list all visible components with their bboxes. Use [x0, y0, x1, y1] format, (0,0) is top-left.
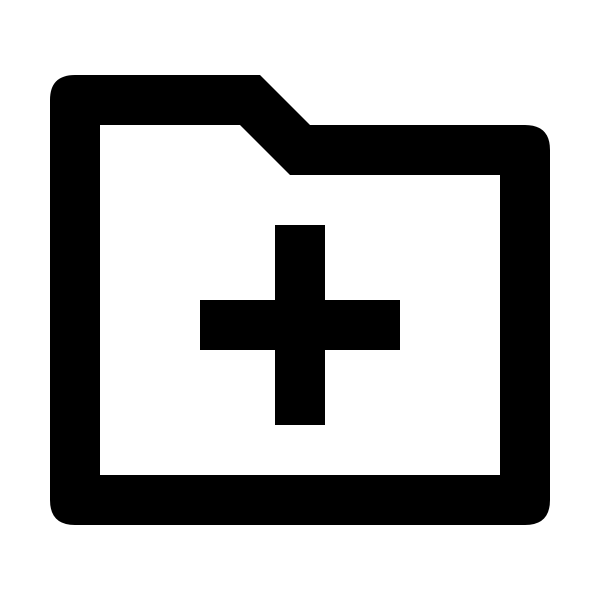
plus-horizontal-bar	[200, 300, 400, 350]
icon-canvas	[0, 0, 600, 600]
create-new-folder-icon	[50, 75, 550, 525]
